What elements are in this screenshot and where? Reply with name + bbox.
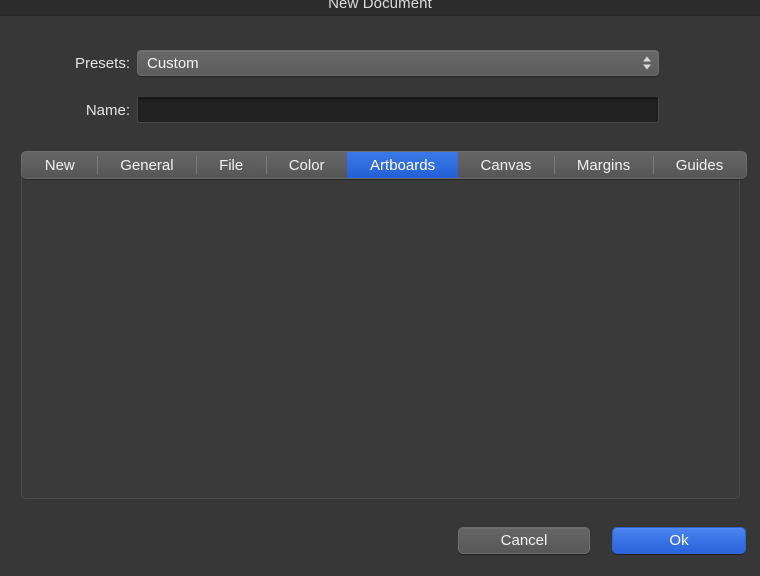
tab-color[interactable]: Color [266, 152, 347, 178]
name-label: Name: [0, 102, 130, 119]
cancel-button[interactable]: Cancel [458, 527, 590, 554]
presets-dropdown[interactable]: Custom [137, 50, 659, 76]
name-row: Name: [0, 97, 700, 123]
presets-row: Presets: Custom [0, 50, 700, 76]
artboards-panel [21, 164, 740, 499]
tab-bar: New General File Color Artboards Canvas … [21, 151, 747, 179]
chevron-up-icon [643, 57, 651, 62]
tab-new[interactable]: New [22, 152, 97, 178]
tab-file[interactable]: File [196, 152, 266, 178]
presets-label: Presets: [0, 55, 130, 72]
window-title: New Document [0, 0, 760, 12]
tab-margins[interactable]: Margins [554, 152, 653, 178]
tab-canvas[interactable]: Canvas [458, 152, 554, 178]
tab-general[interactable]: General [97, 152, 196, 178]
tab-guides[interactable]: Guides [653, 152, 746, 178]
chevron-down-icon [643, 65, 651, 70]
window-title-bar: New Document [0, 0, 760, 16]
tab-artboards[interactable]: Artboards [347, 152, 458, 178]
presets-stepper-icon[interactable] [643, 57, 651, 70]
ok-button[interactable]: Ok [612, 527, 746, 554]
cancel-button-label: Cancel [501, 532, 548, 549]
ok-button-label: Ok [669, 532, 688, 549]
name-input[interactable] [137, 97, 659, 123]
presets-dropdown-value: Custom [147, 55, 199, 72]
